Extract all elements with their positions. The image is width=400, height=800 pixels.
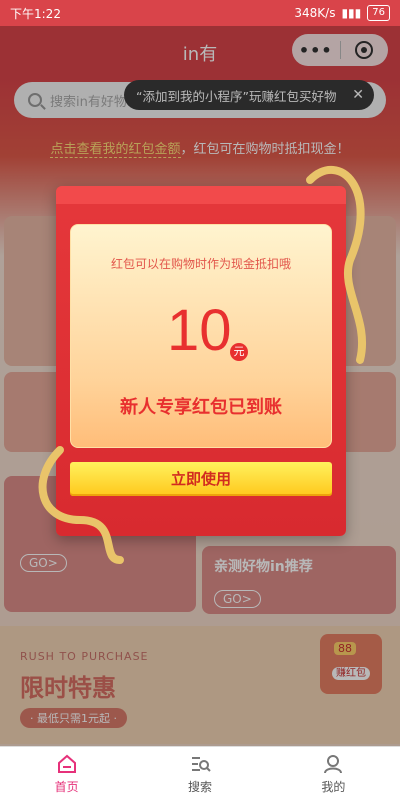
user-icon <box>324 754 343 773</box>
home-icon <box>57 754 76 773</box>
red-packet-amount: 10 <box>167 298 232 363</box>
net-speed: 348K/s <box>294 6 336 20</box>
battery-icon: 76 <box>367 5 390 21</box>
tab-mine[interactable]: 我的 <box>267 747 400 800</box>
tab-home[interactable]: 首页 <box>0 747 133 800</box>
red-packet-subtitle: 红包可以在购物时作为现金抵扣哦 <box>110 257 291 271</box>
red-packet-title: 新人专享红包已到账 <box>120 397 282 418</box>
tab-search-label: 搜索 <box>187 779 212 794</box>
tab-mine-label: 我的 <box>321 779 346 794</box>
tab-search[interactable]: 搜索 <box>133 747 266 800</box>
signal-icon: ▮▮▮ <box>341 6 362 20</box>
red-packet-modal: 红包可以在购物时作为现金抵扣哦 10 元 新人专享红包已到账 立即使用 <box>56 186 346 536</box>
use-now-button[interactable]: 立即使用 <box>70 462 332 496</box>
currency-unit: 元 <box>230 343 248 361</box>
tab-bar: 首页 搜索 我的 <box>0 746 400 800</box>
status-bar: 下午1:22 348K/s ▮▮▮ 76 <box>0 0 400 26</box>
status-time: 下午1:22 <box>10 6 61 21</box>
red-packet-card: 红包可以在购物时作为现金抵扣哦 10 元 新人专享红包已到账 <box>70 224 332 448</box>
tab-home-label: 首页 <box>54 779 79 794</box>
search-list-icon <box>191 756 211 772</box>
